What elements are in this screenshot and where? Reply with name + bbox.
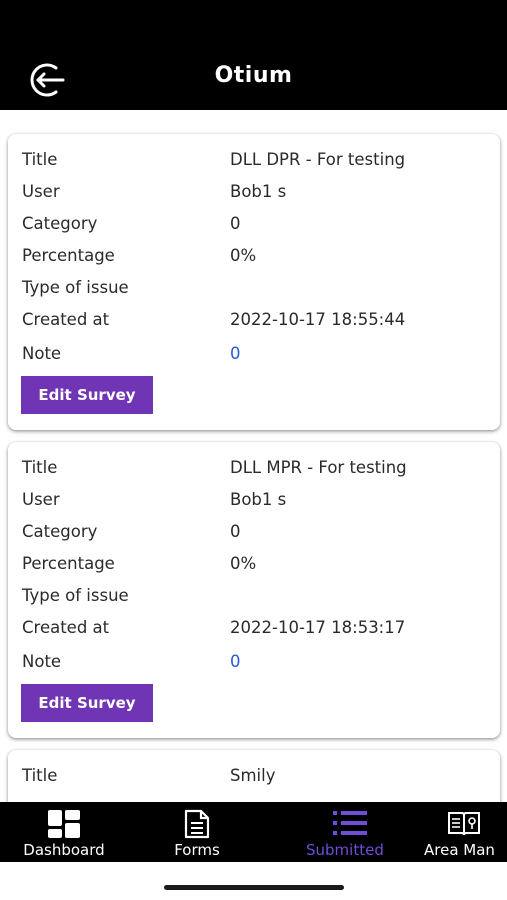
percentage-row: Percentage 0% (22, 552, 490, 576)
tab-label: Forms (174, 841, 220, 859)
edit-survey-button[interactable]: Edit Survey (21, 376, 153, 414)
percentage-row: Percentage 0% (22, 244, 490, 268)
home-indicator[interactable] (164, 885, 344, 890)
title-label: Title (22, 150, 58, 169)
created-at-row: Created at 2022-10-17 18:53:17 (22, 616, 490, 640)
title-row: Title Smily (22, 764, 490, 788)
title-label: Title (22, 766, 58, 785)
home-indicator-area (0, 862, 507, 900)
user-row: User Bob1 s (22, 488, 490, 512)
edit-survey-button[interactable]: Edit Survey (21, 684, 153, 722)
tab-submitted[interactable]: Submitted (300, 802, 400, 862)
list-icon (333, 811, 367, 835)
user-label: User (22, 490, 60, 509)
percentage-label: Percentage (22, 246, 115, 265)
percentage-value: 0% (230, 246, 257, 265)
title-row: Title DLL MPR - For testing (22, 456, 490, 480)
created-at-row: Created at 2022-10-17 18:55:44 (22, 308, 490, 332)
created-at-label: Created at (22, 310, 110, 329)
bottom-tab-bar: Dashboard Forms Submitted Area Man (0, 802, 507, 862)
title-value: DLL MPR - For testing (230, 458, 407, 477)
survey-list[interactable]: Title DLL DPR - For testing User Bob1 s … (0, 110, 507, 802)
survey-card: Title DLL DPR - For testing User Bob1 s … (8, 134, 500, 430)
note-label: Note (22, 652, 62, 671)
type-of-issue-row: Type of issue (22, 584, 490, 608)
page-title: Otium (214, 63, 293, 88)
survey-card: Title Smily (8, 750, 500, 802)
title-value: DLL DPR - For testing (230, 150, 406, 169)
category-value: 0 (230, 522, 241, 541)
type-of-issue-label: Type of issue (22, 278, 129, 297)
note-value[interactable]: 0 (230, 650, 241, 674)
tab-label: Submitted (306, 841, 384, 859)
tab-area-management[interactable]: Area Man (420, 802, 507, 862)
dashboard-icon (48, 810, 80, 838)
app-header: Otium (0, 0, 507, 110)
created-at-label: Created at (22, 618, 110, 637)
category-row: Category 0 (22, 212, 490, 236)
type-of-issue-row: Type of issue (22, 276, 490, 300)
title-value: Smily (230, 766, 276, 785)
category-row: Category 0 (22, 520, 490, 544)
tab-label: Dashboard (23, 841, 105, 859)
category-label: Category (22, 522, 98, 541)
book-map-icon (447, 812, 480, 836)
type-of-issue-label: Type of issue (22, 586, 129, 605)
tab-label: Area Man (424, 841, 495, 859)
note-value[interactable]: 0 (230, 342, 241, 366)
tab-dashboard[interactable]: Dashboard (8, 802, 120, 862)
note-row: Note 0 (22, 342, 490, 366)
category-value: 0 (230, 214, 241, 233)
title-row: Title DLL DPR - For testing (22, 148, 490, 172)
category-label: Category (22, 214, 98, 233)
user-row: User Bob1 s (22, 180, 490, 204)
tab-forms[interactable]: Forms (142, 802, 252, 862)
created-at-value: 2022-10-17 18:55:44 (230, 310, 406, 329)
percentage-value: 0% (230, 554, 257, 573)
user-value: Bob1 s (230, 182, 287, 201)
title-label: Title (22, 458, 58, 477)
note-row: Note 0 (22, 650, 490, 674)
user-label: User (22, 182, 60, 201)
created-at-value: 2022-10-17 18:53:17 (230, 618, 406, 637)
note-label: Note (22, 344, 62, 363)
user-value: Bob1 s (230, 490, 287, 509)
document-icon (184, 809, 210, 839)
percentage-label: Percentage (22, 554, 115, 573)
survey-card: Title DLL MPR - For testing User Bob1 s … (8, 442, 500, 738)
